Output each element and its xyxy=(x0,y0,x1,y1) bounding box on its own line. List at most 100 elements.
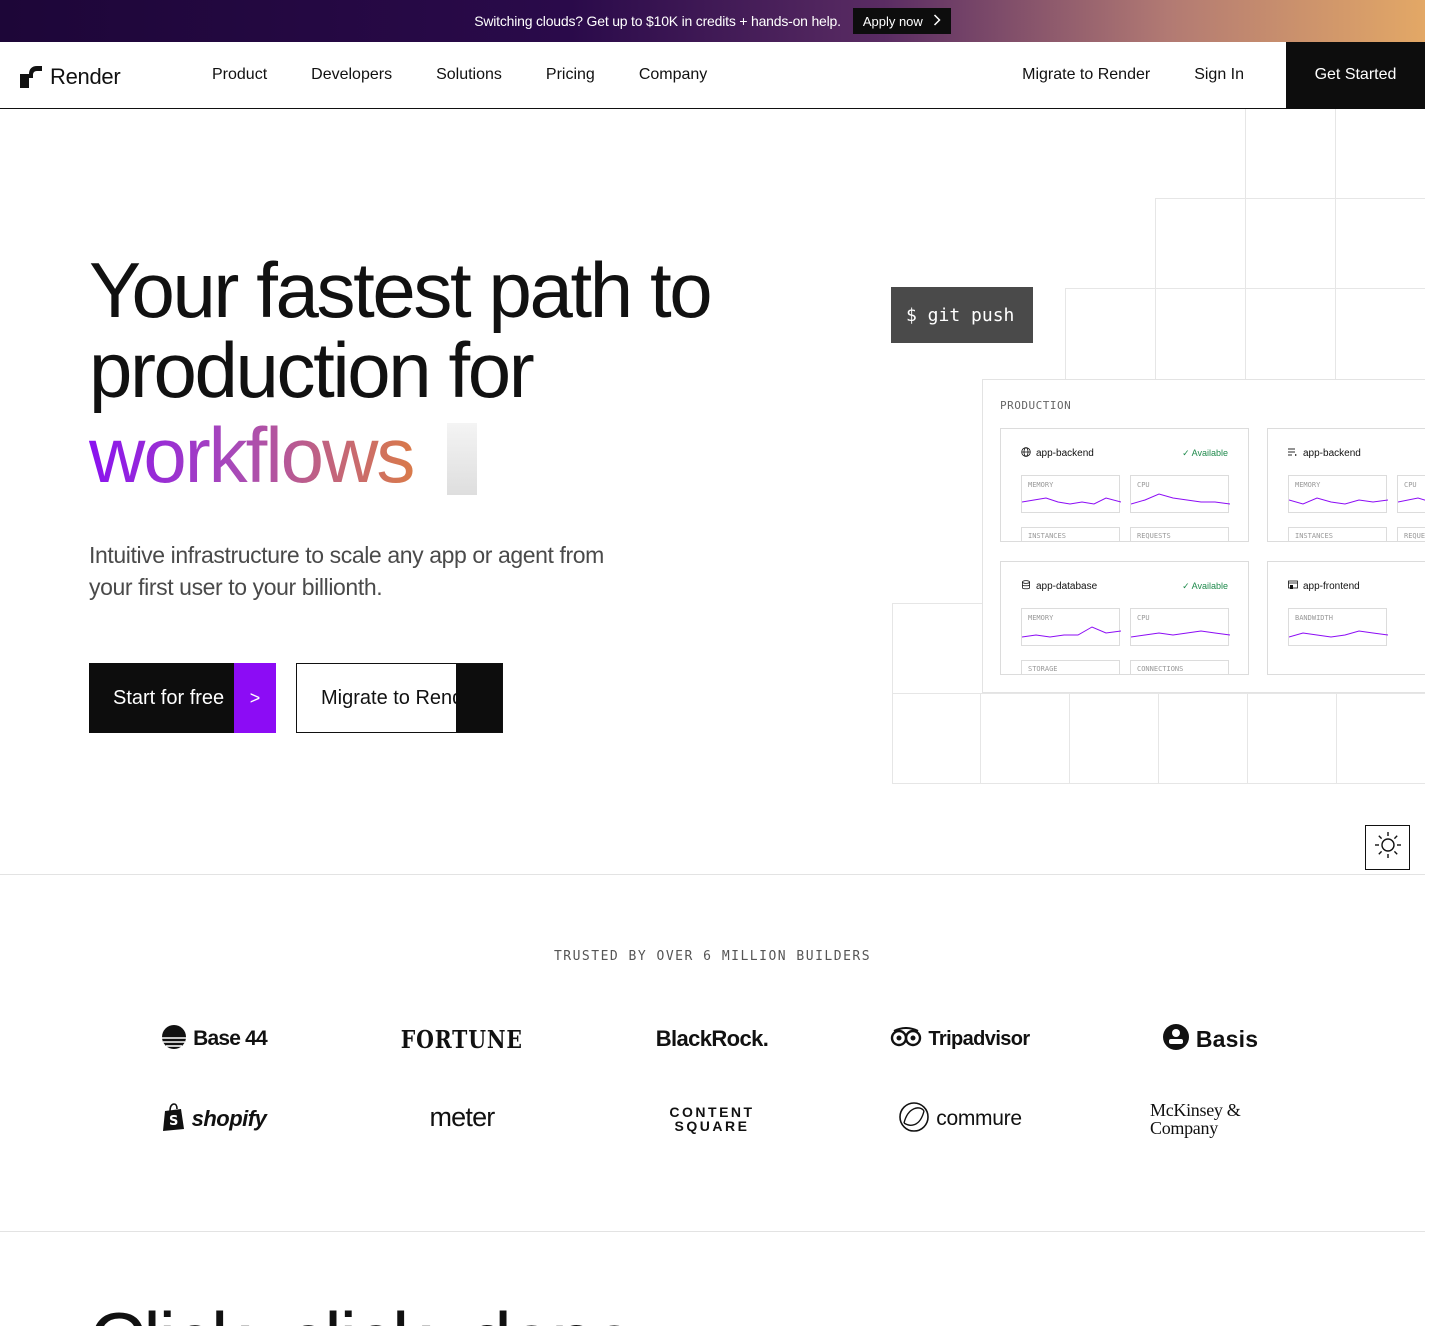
grid-line xyxy=(1336,693,1337,783)
header-actions: Migrate to Render Sign In Get Started xyxy=(1000,41,1425,109)
typing-cursor xyxy=(447,423,477,495)
logo-text: BlackRock. xyxy=(655,1026,769,1051)
grid-line xyxy=(980,693,981,783)
tripadvisor-owl-icon xyxy=(890,1026,922,1052)
service-name: app-backend xyxy=(1036,448,1094,459)
logo-text: McKinsey & Company xyxy=(1150,1100,1241,1138)
commure-icon xyxy=(898,1101,930,1138)
basis-icon xyxy=(1162,1023,1190,1056)
memory-chart: MEMORY xyxy=(1288,475,1388,513)
get-started-button[interactable]: Get Started xyxy=(1286,41,1425,109)
migrate-link[interactable]: Migrate to Render xyxy=(1000,66,1172,84)
status-badge: ✓ Available xyxy=(1182,581,1228,591)
banner-text: Switching clouds? Get up to $10K in cred… xyxy=(474,13,841,29)
base44-icon xyxy=(161,1024,187,1055)
logo-text: Basis xyxy=(1195,1025,1259,1052)
memory-chart: MEMORY xyxy=(1021,608,1121,646)
service-card-app-backend: app-backend ✓ Available MEMORY CPU INSTA… xyxy=(1000,428,1249,542)
logo-meter: meter xyxy=(352,1092,572,1142)
logo-text: FORTUNE xyxy=(401,1024,523,1054)
trusted-label: TRUSTED BY OVER 6 MILLION BUILDERS xyxy=(553,949,872,964)
service-name: app-frontend xyxy=(1303,581,1360,592)
production-panel: PRODUCTION app-backend ✓ Available MEMOR… xyxy=(982,379,1425,693)
globe-icon xyxy=(1021,447,1031,460)
theme-toggle-button[interactable] xyxy=(1365,825,1410,870)
logo-text: Render xyxy=(50,64,121,89)
logo-blackrock: BlackRock. xyxy=(602,1014,822,1064)
logo-basis: Basis xyxy=(1100,1014,1320,1064)
start-for-free-button[interactable]: Start for free > xyxy=(89,663,276,733)
hero-title-line1: Your fastest path to xyxy=(89,246,713,334)
next-section-heading: Click, click, done. xyxy=(89,1300,656,1326)
hero-title-line2: production for xyxy=(89,326,535,414)
logo-shopify: S shopify xyxy=(104,1094,324,1144)
logo-text: Base 44 xyxy=(193,1027,268,1050)
logo-contentsquare: CONTENT SQUARE xyxy=(602,1094,822,1144)
apply-now-label: Apply now xyxy=(862,13,923,29)
section-divider xyxy=(0,874,1425,875)
cpu-chart: CPU xyxy=(1130,608,1230,646)
service-name: app-backend xyxy=(1303,448,1361,459)
requests-metric: REQUESTS xyxy=(1130,527,1229,541)
chevron-right-icon xyxy=(933,13,941,29)
render-logo-icon xyxy=(20,66,42,88)
service-name: app-database xyxy=(1036,581,1098,592)
status-badge: ✓ Available xyxy=(1182,448,1228,458)
migrate-to-render-label: Migrate to Render xyxy=(321,686,482,709)
service-card-app-backend-worker: app-backend MEMORY CPU INSTANCES REQUE xyxy=(1267,428,1425,542)
grid-line xyxy=(892,783,1425,784)
production-label: PRODUCTION xyxy=(1000,399,1072,412)
logo-text: Tripadvisor xyxy=(928,1027,1030,1050)
instances-metric: INSTANCES xyxy=(1288,527,1387,541)
migrate-to-render-button[interactable]: Migrate to Render xyxy=(296,663,503,733)
logo-fortune: FORTUNE xyxy=(352,1014,572,1064)
git-push-command: $ git push xyxy=(891,287,1033,343)
hero-subtitle: Intuitive infrastructure to scale any ap… xyxy=(89,542,604,600)
grid-line xyxy=(892,603,982,604)
render-logo[interactable]: Render xyxy=(20,64,121,90)
service-card-app-frontend: app-frontend BANDWIDTH xyxy=(1267,561,1425,675)
sun-icon xyxy=(1373,830,1403,865)
cpu-chart: CPU xyxy=(1130,475,1230,513)
nav-developers[interactable]: Developers xyxy=(289,66,414,84)
grid-line xyxy=(1069,693,1070,783)
logo-commure: commure xyxy=(850,1094,1070,1144)
sign-in-link[interactable]: Sign In xyxy=(1172,66,1266,84)
button-hover-fill xyxy=(456,664,502,732)
apply-now-button[interactable]: Apply now xyxy=(852,8,951,34)
hero-title: Your fastest path to production for xyxy=(89,246,713,414)
site-header: Render Product Developers Solutions Pric… xyxy=(0,41,1425,109)
grid-line xyxy=(1245,109,1246,379)
nav-company[interactable]: Company xyxy=(617,66,729,84)
worker-icon xyxy=(1288,447,1298,460)
requests-metric: REQUE xyxy=(1397,527,1425,541)
static-site-icon xyxy=(1288,580,1298,593)
memory-chart: MEMORY xyxy=(1021,475,1121,513)
connections-metric: CONNECTIONS xyxy=(1130,660,1229,674)
hero-rotating-word: workflows xyxy=(89,411,415,499)
shopify-bag-icon: S xyxy=(162,1102,186,1136)
logo-mckinsey: McKinsey & Company xyxy=(1100,1094,1320,1144)
grid-line xyxy=(1065,288,1066,379)
grid-line xyxy=(1247,693,1248,783)
main-nav: Product Developers Solutions Pricing Com… xyxy=(190,42,729,108)
svg-text:S: S xyxy=(169,1114,178,1129)
database-icon xyxy=(1021,580,1031,593)
announcement-banner: Switching clouds? Get up to $10K in cred… xyxy=(0,0,1425,42)
grid-line xyxy=(1155,198,1425,199)
nav-pricing[interactable]: Pricing xyxy=(524,66,617,84)
logo-text: shopify xyxy=(191,1106,267,1131)
nav-product[interactable]: Product xyxy=(190,66,289,84)
instances-metric: INSTANCES xyxy=(1021,527,1120,541)
nav-solutions[interactable]: Solutions xyxy=(414,66,524,84)
arrow-right-icon: > xyxy=(234,663,276,733)
grid-line xyxy=(1335,109,1336,379)
logo-text: CONTENT SQUARE xyxy=(669,1104,755,1134)
logo-tripadvisor: Tripadvisor xyxy=(850,1014,1070,1064)
start-for-free-label: Start for free xyxy=(113,686,225,709)
cpu-chart: CPU xyxy=(1397,475,1425,513)
section-divider xyxy=(0,1231,1425,1232)
service-card-app-database: app-database ✓ Available MEMORY CPU STOR… xyxy=(1000,561,1249,675)
grid-line xyxy=(892,693,1425,694)
grid-line xyxy=(1065,288,1425,289)
